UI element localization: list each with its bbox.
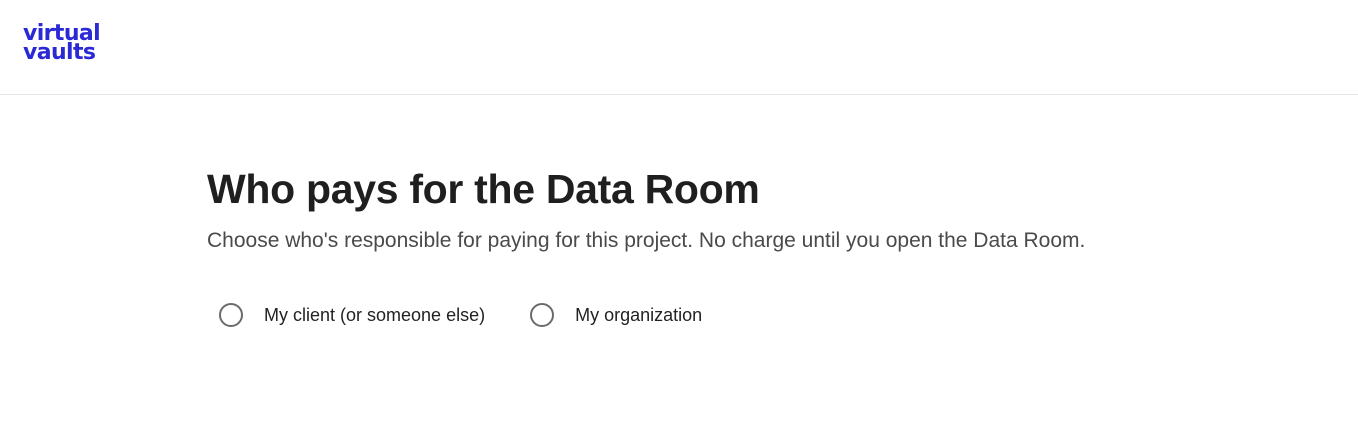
main-content: Who pays for the Data Room Choose who's … — [207, 160, 1307, 256]
logo-line-2: vaults — [23, 40, 96, 65]
radio-button-organization[interactable] — [530, 303, 555, 327]
payer-option-client[interactable]: My client (or someone else) — [219, 303, 485, 327]
top-bar: virtual vaults — [0, 0, 1358, 95]
payer-option-organization[interactable]: My organization — [530, 303, 702, 327]
radio-button-client[interactable] — [219, 303, 243, 327]
payer-option-organization-label[interactable]: My organization — [575, 305, 702, 326]
page-title: Who pays for the Data Room — [207, 166, 760, 212]
payer-option-client-label[interactable]: My client (or someone else) — [264, 305, 485, 326]
page-subtitle: Choose who's responsible for paying for … — [207, 229, 1086, 252]
virtual-vaults-logo[interactable]: virtual vaults — [23, 23, 101, 65]
payer-radio-group: My client (or someone else) My organizat… — [219, 303, 747, 327]
